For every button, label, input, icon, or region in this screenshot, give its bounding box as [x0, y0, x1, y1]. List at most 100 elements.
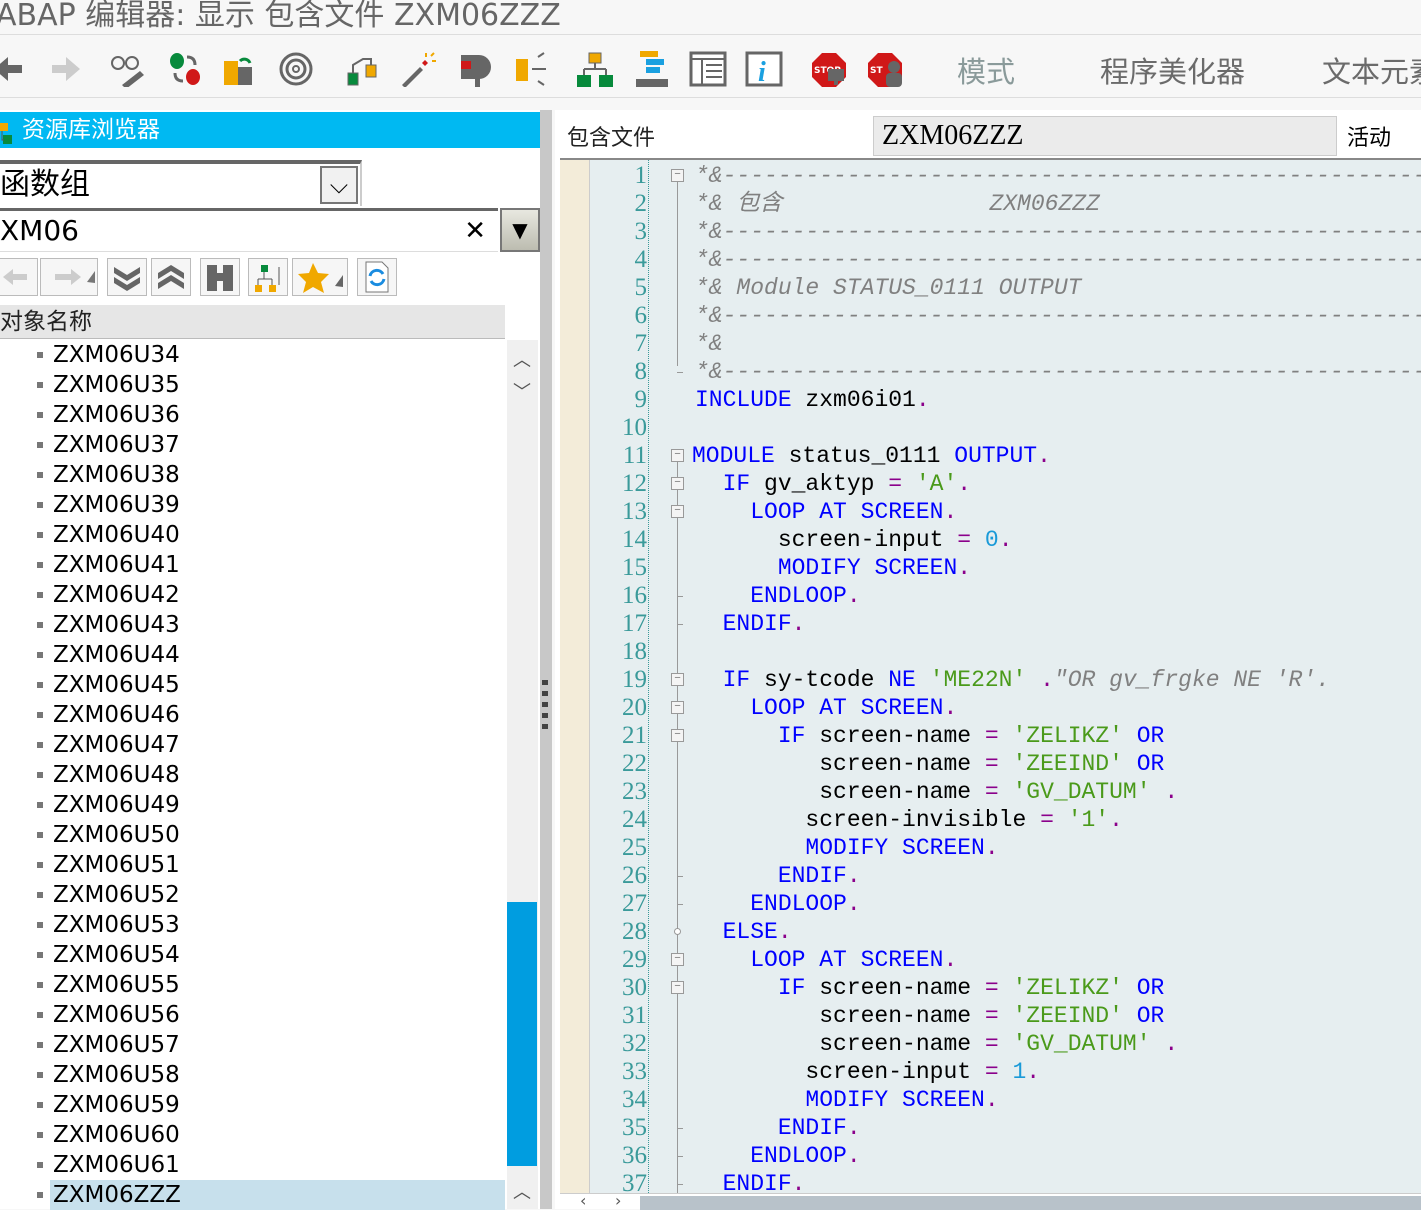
text-elements-button[interactable]: 文本元素 [1322, 49, 1421, 91]
fold-toggle-icon[interactable]: − [671, 953, 684, 966]
code-editor[interactable]: 1− *&------------------------------------… [560, 158, 1421, 1193]
list-item[interactable]: ZXM06U36 [0, 400, 505, 430]
code-line[interactable]: 17 ENDIF. [560, 610, 1421, 638]
layout-icon[interactable] [688, 51, 728, 87]
list-item[interactable]: ZXM06U43 [0, 610, 505, 640]
code-line[interactable]: 34 MODIFY SCREEN. [560, 1086, 1421, 1114]
object-list-icon[interactable] [342, 51, 382, 87]
fold-toggle-icon[interactable]: − [671, 701, 684, 714]
hierarchy-icon[interactable] [575, 51, 615, 87]
collapse-all-icon[interactable] [151, 258, 191, 296]
horizontal-scrollbar[interactable]: ‹ › [560, 1191, 1421, 1210]
fold-toggle-icon[interactable]: − [671, 673, 684, 686]
stop-breakpoint-icon[interactable]: STOP [810, 51, 850, 87]
horizontal-scrollbar-thumb[interactable] [640, 1196, 1421, 1210]
next-object-button[interactable] [40, 258, 98, 296]
list-item[interactable]: ZXM06U41 [0, 550, 505, 580]
code-line[interactable]: 1 − *&------------------------------------… [560, 162, 1421, 190]
enhance-icon[interactable] [398, 51, 438, 88]
code-line[interactable]: 14 screen-input = 0. [560, 526, 1421, 554]
code-line[interactable]: 9 INCLUDE zxm06i01. [560, 386, 1421, 414]
scroll-down-icon[interactable]: ﹀ [513, 378, 531, 404]
code-line[interactable]: 18 [560, 638, 1421, 666]
refresh-icon[interactable] [357, 258, 397, 296]
list-item[interactable]: ZXM06U54 [0, 940, 505, 970]
object-name-input[interactable]: XM06 ✕ [0, 208, 498, 252]
fold-toggle-icon[interactable]: − [671, 729, 684, 742]
code-line[interactable]: 26 ENDIF. [560, 862, 1421, 890]
info-icon[interactable]: i [744, 51, 784, 88]
list-item[interactable]: ZXM06U48 [0, 760, 505, 790]
list-item[interactable]: ZXM06U49 [0, 790, 505, 820]
list-item[interactable]: ZXM06ZZZ [0, 1180, 505, 1210]
structure-icon[interactable] [632, 51, 672, 87]
code-line[interactable]: 19 − IF sy-tcode NE 'ME22N' ."OR gv_frgke… [560, 666, 1421, 694]
code-line[interactable]: 27 ENDLOOP. [560, 890, 1421, 918]
fold-toggle-icon[interactable]: − [671, 477, 684, 490]
list-item[interactable]: ZXM06U47 [0, 730, 505, 760]
back-icon[interactable] [0, 51, 32, 87]
code-line[interactable]: 22 screen-name = 'ZEEIND' OR [560, 750, 1421, 778]
code-line[interactable]: 31 screen-name = 'ZEEIND' OR [560, 1002, 1421, 1030]
code-line[interactable]: 7 *& [560, 330, 1421, 358]
chevron-down-icon[interactable]: ⌵ [320, 166, 358, 204]
list-item[interactable]: ZXM06U37 [0, 430, 505, 460]
scroll-right-icon[interactable]: › [615, 1191, 621, 1210]
list-item[interactable]: ZXM06U46 [0, 700, 505, 730]
clear-icon[interactable]: ✕ [464, 211, 486, 251]
pretty-printer-button[interactable]: 程序美化器 [1100, 49, 1245, 91]
code-line[interactable]: 16 ENDLOOP. [560, 582, 1421, 610]
splitter-handle[interactable] [540, 110, 552, 1209]
code-line[interactable]: 35 ENDIF. [560, 1114, 1421, 1142]
list-item[interactable]: ZXM06U52 [0, 880, 505, 910]
code-line[interactable]: 2 *& 包含 ZXM06ZZZ [560, 190, 1421, 218]
scrollbar-thumb[interactable] [507, 902, 537, 1166]
fold-toggle-icon[interactable]: − [671, 505, 684, 518]
other-object-icon[interactable] [220, 51, 260, 87]
code-line[interactable]: 23 screen-name = 'GV_DATUM' . [560, 778, 1421, 806]
code-line[interactable]: 8 *&-------------------------------------… [560, 358, 1421, 386]
object-name-history-button[interactable]: ▼ [500, 208, 540, 252]
list-item[interactable]: ZXM06U60 [0, 1120, 505, 1150]
list-item[interactable]: ZXM06U50 [0, 820, 505, 850]
where-used-icon[interactable] [276, 51, 316, 87]
display-change-icon[interactable] [108, 51, 148, 89]
list-item[interactable]: ZXM06U61 [0, 1150, 505, 1180]
object-hierarchy-icon[interactable] [248, 258, 288, 296]
code-line[interactable]: 32 screen-name = 'GV_DATUM' . [560, 1030, 1421, 1058]
list-item[interactable]: ZXM06U42 [0, 580, 505, 610]
code-line[interactable]: 29 − LOOP AT SCREEN. [560, 946, 1421, 974]
code-line[interactable]: 28 ELSE. [560, 918, 1421, 946]
fold-toggle-icon[interactable]: − [671, 981, 684, 994]
pattern-button[interactable]: 模式 [957, 49, 1015, 91]
active-inactive-icon[interactable] [165, 51, 205, 87]
column-header-object-name[interactable]: 对象名称 [0, 305, 505, 339]
list-item[interactable]: ZXM06U57 [0, 1030, 505, 1060]
scroll-up-icon[interactable]: ︿ [513, 346, 531, 372]
forward-icon[interactable] [42, 51, 82, 87]
list-item[interactable]: ZXM06U38 [0, 460, 505, 490]
list-item[interactable]: ZXM06U51 [0, 850, 505, 880]
code-line[interactable]: 37 ENDIF. [560, 1170, 1421, 1193]
code-line[interactable]: 12 − IF gv_aktyp = 'A'. [560, 470, 1421, 498]
code-line[interactable]: 33 screen-input = 1. [560, 1058, 1421, 1086]
code-line[interactable]: 36 ENDLOOP. [560, 1142, 1421, 1170]
list-item[interactable]: ZXM06U44 [0, 640, 505, 670]
code-line[interactable]: 20 − LOOP AT SCREEN. [560, 694, 1421, 722]
code-line[interactable]: 30 − IF screen-name = 'ZELIKZ' OR [560, 974, 1421, 1002]
list-item[interactable]: ZXM06U40 [0, 520, 505, 550]
check-icon[interactable] [455, 51, 495, 87]
code-line[interactable]: 25 MODIFY SCREEN. [560, 834, 1421, 862]
code-line[interactable]: 13 − LOOP AT SCREEN. [560, 498, 1421, 526]
code-line[interactable]: 11 − MODULE status_0111 OUTPUT. [560, 442, 1421, 470]
code-line[interactable]: 5 *& Module STATUS_0111 OUTPUT [560, 274, 1421, 302]
list-item[interactable]: ZXM06U53 [0, 910, 505, 940]
vertical-scrollbar[interactable]: ︿ ﹀ ︿ [507, 340, 538, 1209]
code-line[interactable]: 3 *&-------------------------------------… [560, 218, 1421, 246]
fold-toggle-icon[interactable]: − [671, 169, 684, 182]
object-type-dropdown[interactable]: 函数组 ⌵ [0, 160, 362, 206]
navigate-icon[interactable] [512, 51, 552, 87]
list-item[interactable]: ZXM06U34 [0, 340, 505, 370]
list-item[interactable]: ZXM06U39 [0, 490, 505, 520]
list-item[interactable]: ZXM06U56 [0, 1000, 505, 1030]
